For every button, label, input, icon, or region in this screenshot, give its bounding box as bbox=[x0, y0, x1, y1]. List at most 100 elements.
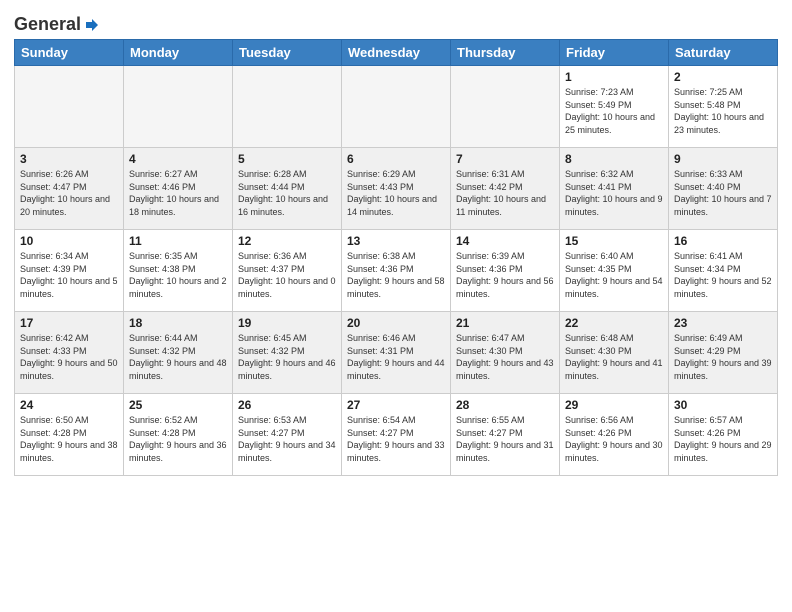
calendar-week-row: 1 Sunrise: 7:23 AM Sunset: 5:49 PM Daylig… bbox=[15, 66, 778, 148]
day-number: 16 bbox=[674, 234, 772, 248]
calendar-cell: 24 Sunrise: 6:50 AM Sunset: 4:28 PM Dayli… bbox=[15, 394, 124, 476]
col-header-sunday: Sunday bbox=[15, 40, 124, 66]
day-info: Sunrise: 6:36 AM Sunset: 4:37 PM Dayligh… bbox=[238, 250, 336, 300]
calendar-cell: 6Sunrise: 6:29 AM Sunset: 4:43 PM Daylig… bbox=[342, 148, 451, 230]
calendar-cell: 17 Sunrise: 6:42 AM Sunset: 4:33 PM Dayli… bbox=[15, 312, 124, 394]
day-number: 25 bbox=[129, 398, 227, 412]
col-header-monday: Monday bbox=[124, 40, 233, 66]
calendar-week-row: 17 Sunrise: 6:42 AM Sunset: 4:33 PM Dayli… bbox=[15, 312, 778, 394]
calendar-cell bbox=[233, 66, 342, 148]
day-number: 28 bbox=[456, 398, 554, 412]
day-number: 21 bbox=[456, 316, 554, 330]
day-info: Sunrise: 6:34 AM Sunset: 4:39 PM Dayligh… bbox=[20, 250, 118, 300]
calendar-cell: 2 Sunrise: 7:25 AM Sunset: 5:48 PM Daylig… bbox=[669, 66, 778, 148]
calendar-cell: 14 Sunrise: 6:39 AM Sunset: 4:36 PM Dayli… bbox=[451, 230, 560, 312]
calendar-cell: 10 Sunrise: 6:34 AM Sunset: 4:39 PM Dayli… bbox=[15, 230, 124, 312]
day-info: Sunrise: 6:56 AM Sunset: 4:26 PM Dayligh… bbox=[565, 414, 663, 464]
calendar-cell bbox=[451, 66, 560, 148]
day-number: 2 bbox=[674, 70, 772, 84]
day-number: 11 bbox=[129, 234, 227, 248]
day-info: Sunrise: 6:28 AM Sunset: 4:44 PM Dayligh… bbox=[238, 168, 336, 218]
day-info: Sunrise: 6:39 AM Sunset: 4:36 PM Dayligh… bbox=[456, 250, 554, 300]
calendar-cell: 21 Sunrise: 6:47 AM Sunset: 4:30 PM Dayli… bbox=[451, 312, 560, 394]
day-number: 13 bbox=[347, 234, 445, 248]
calendar-week-row: 10 Sunrise: 6:34 AM Sunset: 4:39 PM Dayli… bbox=[15, 230, 778, 312]
day-number: 3 bbox=[20, 152, 118, 166]
day-number: 6 bbox=[347, 152, 445, 166]
day-info: Sunrise: 6:46 AM Sunset: 4:31 PM Dayligh… bbox=[347, 332, 445, 382]
day-number: 30 bbox=[674, 398, 772, 412]
day-info: Sunrise: 6:26 AM Sunset: 4:47 PM Dayligh… bbox=[20, 168, 118, 218]
calendar-cell: 3 Sunrise: 6:26 AM Sunset: 4:47 PM Daylig… bbox=[15, 148, 124, 230]
calendar-cell: 20 Sunrise: 6:46 AM Sunset: 4:31 PM Dayli… bbox=[342, 312, 451, 394]
calendar-cell: 5 Sunrise: 6:28 AM Sunset: 4:44 PM Daylig… bbox=[233, 148, 342, 230]
calendar-cell: 11Sunrise: 6:35 AM Sunset: 4:38 PM Dayli… bbox=[124, 230, 233, 312]
day-number: 22 bbox=[565, 316, 663, 330]
day-info: Sunrise: 6:32 AM Sunset: 4:41 PM Dayligh… bbox=[565, 168, 663, 218]
day-number: 8 bbox=[565, 152, 663, 166]
logo-icon bbox=[83, 16, 101, 34]
day-number: 23 bbox=[674, 316, 772, 330]
calendar-cell: 4 Sunrise: 6:27 AM Sunset: 4:46 PM Daylig… bbox=[124, 148, 233, 230]
day-info: Sunrise: 6:47 AM Sunset: 4:30 PM Dayligh… bbox=[456, 332, 554, 382]
day-number: 29 bbox=[565, 398, 663, 412]
day-info: Sunrise: 6:38 AM Sunset: 4:36 PM Dayligh… bbox=[347, 250, 445, 300]
day-info: Sunrise: 7:25 AM Sunset: 5:48 PM Dayligh… bbox=[674, 86, 772, 136]
day-number: 10 bbox=[20, 234, 118, 248]
calendar-cell: 25 Sunrise: 6:52 AM Sunset: 4:28 PM Dayli… bbox=[124, 394, 233, 476]
day-info: Sunrise: 6:45 AM Sunset: 4:32 PM Dayligh… bbox=[238, 332, 336, 382]
calendar-cell: 16 Sunrise: 6:41 AM Sunset: 4:34 PM Dayli… bbox=[669, 230, 778, 312]
day-number: 24 bbox=[20, 398, 118, 412]
day-info: Sunrise: 6:42 AM Sunset: 4:33 PM Dayligh… bbox=[20, 332, 118, 382]
day-info: Sunrise: 6:57 AM Sunset: 4:26 PM Dayligh… bbox=[674, 414, 772, 464]
calendar-cell: 15 Sunrise: 6:40 AM Sunset: 4:35 PM Dayli… bbox=[560, 230, 669, 312]
day-info: Sunrise: 6:49 AM Sunset: 4:29 PM Dayligh… bbox=[674, 332, 772, 382]
day-number: 26 bbox=[238, 398, 336, 412]
day-info: Sunrise: 6:53 AM Sunset: 4:27 PM Dayligh… bbox=[238, 414, 336, 464]
calendar-cell: 27Sunrise: 6:54 AM Sunset: 4:27 PM Dayli… bbox=[342, 394, 451, 476]
calendar-header-row: SundayMondayTuesdayWednesdayThursdayFrid… bbox=[15, 40, 778, 66]
page-container: General SundayMondayTuesdayWednesdayThur… bbox=[0, 0, 792, 482]
col-header-tuesday: Tuesday bbox=[233, 40, 342, 66]
col-header-saturday: Saturday bbox=[669, 40, 778, 66]
calendar-week-row: 3 Sunrise: 6:26 AM Sunset: 4:47 PM Daylig… bbox=[15, 148, 778, 230]
calendar-cell bbox=[342, 66, 451, 148]
calendar-cell: 1 Sunrise: 7:23 AM Sunset: 5:49 PM Daylig… bbox=[560, 66, 669, 148]
calendar-cell: 23 Sunrise: 6:49 AM Sunset: 4:29 PM Dayli… bbox=[669, 312, 778, 394]
day-number: 4 bbox=[129, 152, 227, 166]
day-info: Sunrise: 6:40 AM Sunset: 4:35 PM Dayligh… bbox=[565, 250, 663, 300]
day-info: Sunrise: 6:50 AM Sunset: 4:28 PM Dayligh… bbox=[20, 414, 118, 464]
day-number: 19 bbox=[238, 316, 336, 330]
calendar-table: SundayMondayTuesdayWednesdayThursdayFrid… bbox=[14, 39, 778, 476]
day-number: 5 bbox=[238, 152, 336, 166]
calendar-cell: 13 Sunrise: 6:38 AM Sunset: 4:36 PM Dayli… bbox=[342, 230, 451, 312]
day-number: 17 bbox=[20, 316, 118, 330]
calendar-cell bbox=[124, 66, 233, 148]
day-number: 12 bbox=[238, 234, 336, 248]
calendar-week-row: 24 Sunrise: 6:50 AM Sunset: 4:28 PM Dayli… bbox=[15, 394, 778, 476]
calendar-cell: 30 Sunrise: 6:57 AM Sunset: 4:26 PM Dayli… bbox=[669, 394, 778, 476]
day-info: Sunrise: 6:48 AM Sunset: 4:30 PM Dayligh… bbox=[565, 332, 663, 382]
day-number: 15 bbox=[565, 234, 663, 248]
day-info: Sunrise: 6:44 AM Sunset: 4:32 PM Dayligh… bbox=[129, 332, 227, 382]
day-number: 1 bbox=[565, 70, 663, 84]
calendar-cell: 29 Sunrise: 6:56 AM Sunset: 4:26 PM Dayli… bbox=[560, 394, 669, 476]
calendar-cell: 7Sunrise: 6:31 AM Sunset: 4:42 PM Daylig… bbox=[451, 148, 560, 230]
day-info: Sunrise: 6:41 AM Sunset: 4:34 PM Dayligh… bbox=[674, 250, 772, 300]
logo-general: General bbox=[14, 14, 81, 35]
day-number: 20 bbox=[347, 316, 445, 330]
day-info: Sunrise: 6:27 AM Sunset: 4:46 PM Dayligh… bbox=[129, 168, 227, 218]
calendar-cell: 26 Sunrise: 6:53 AM Sunset: 4:27 PM Dayli… bbox=[233, 394, 342, 476]
day-info: Sunrise: 6:54 AM Sunset: 4:27 PM Dayligh… bbox=[347, 414, 445, 464]
calendar-cell: 22 Sunrise: 6:48 AM Sunset: 4:30 PM Dayli… bbox=[560, 312, 669, 394]
calendar-cell: 18 Sunrise: 6:44 AM Sunset: 4:32 PM Dayli… bbox=[124, 312, 233, 394]
calendar-cell: 8 Sunrise: 6:32 AM Sunset: 4:41 PM Daylig… bbox=[560, 148, 669, 230]
day-number: 9 bbox=[674, 152, 772, 166]
day-number: 14 bbox=[456, 234, 554, 248]
day-info: Sunrise: 7:23 AM Sunset: 5:49 PM Dayligh… bbox=[565, 86, 663, 136]
calendar-cell: 19 Sunrise: 6:45 AM Sunset: 4:32 PM Dayli… bbox=[233, 312, 342, 394]
day-number: 18 bbox=[129, 316, 227, 330]
col-header-thursday: Thursday bbox=[451, 40, 560, 66]
header: General bbox=[14, 10, 778, 35]
day-info: Sunrise: 6:52 AM Sunset: 4:28 PM Dayligh… bbox=[129, 414, 227, 464]
